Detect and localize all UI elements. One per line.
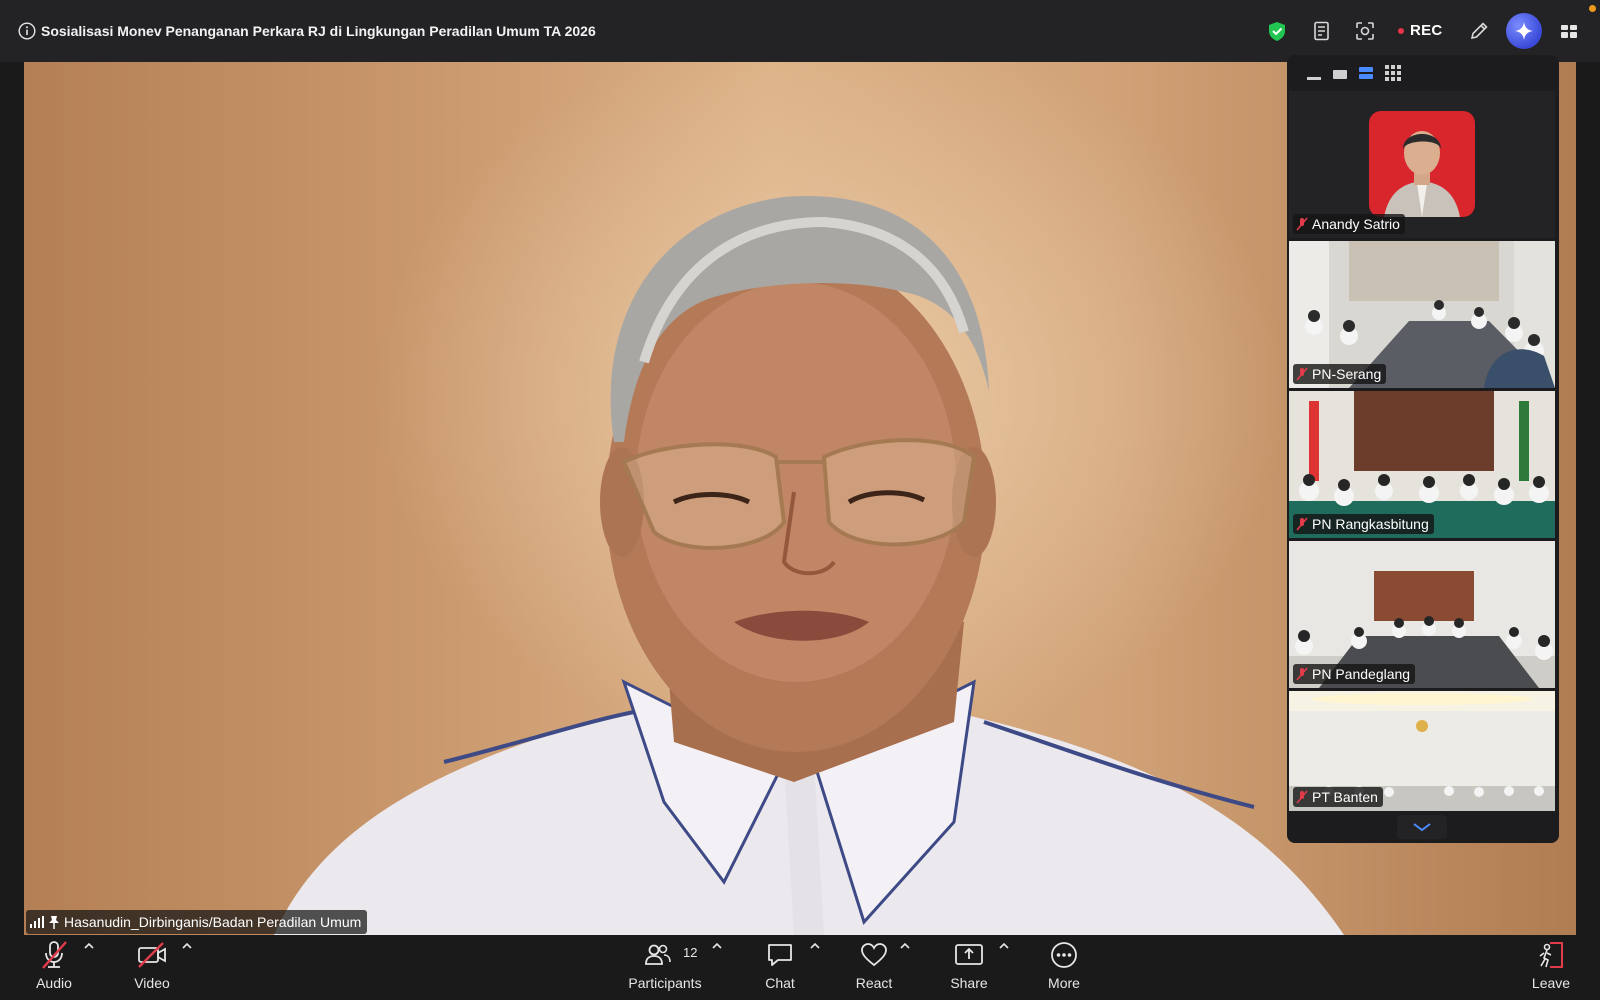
react-button[interactable]: React bbox=[852, 935, 896, 1000]
gallery-tile[interactable]: PN Rangkasbitung bbox=[1289, 391, 1555, 538]
video-label: Video bbox=[134, 975, 170, 991]
info-icon[interactable] bbox=[18, 22, 36, 40]
signal-bars-icon bbox=[30, 916, 44, 928]
chevron-down-icon bbox=[1413, 823, 1431, 832]
audio-label: Audio bbox=[36, 975, 72, 991]
audio-button[interactable]: Audio bbox=[33, 935, 75, 1000]
participant-label: Anandy Satrio bbox=[1293, 214, 1405, 234]
share-screen-icon bbox=[955, 944, 983, 965]
participant-name: PT Banten bbox=[1312, 789, 1378, 805]
pin-icon bbox=[49, 916, 59, 929]
gallery-panel[interactable]: Anandy Satrio PN-Serang PN Rangkasbitung… bbox=[1287, 55, 1559, 843]
recording-label: REC bbox=[1410, 22, 1443, 39]
ai-companion-button[interactable] bbox=[1506, 13, 1542, 49]
single-view-icon[interactable] bbox=[1333, 66, 1347, 80]
shield-check-icon[interactable] bbox=[1266, 20, 1288, 42]
ai-companion-icon bbox=[1515, 22, 1533, 40]
participant-label: PN-Serang bbox=[1293, 364, 1387, 384]
participant-label: PN Pandeglang bbox=[1293, 664, 1416, 684]
minimize-view-icon[interactable] bbox=[1307, 66, 1321, 80]
participants-icon bbox=[645, 944, 671, 965]
share-options-caret-icon[interactable] bbox=[998, 941, 1010, 951]
participant-name: PN Pandeglang bbox=[1312, 666, 1411, 682]
gallery-tile[interactable]: PN Pandeglang bbox=[1289, 541, 1555, 688]
chat-options-caret-icon[interactable] bbox=[809, 941, 821, 951]
view-grid-icon[interactable] bbox=[1558, 20, 1580, 42]
recording-indicator[interactable]: REC bbox=[1398, 22, 1443, 39]
participant-label: PT Banten bbox=[1293, 787, 1383, 807]
mic-muted-icon bbox=[1296, 517, 1308, 531]
apps-icon[interactable] bbox=[1354, 20, 1376, 42]
gallery-scroll-down-button[interactable] bbox=[1397, 815, 1447, 839]
participant-name: PN Rangkasbitung bbox=[1312, 516, 1429, 532]
chat-button[interactable]: Chat bbox=[760, 935, 800, 1000]
share-button[interactable]: Share bbox=[948, 935, 990, 1000]
mic-muted-icon bbox=[1296, 217, 1308, 231]
participants-count: 12 bbox=[683, 945, 698, 960]
meeting-toolbar: Audio Video 12 Participants Chat React S… bbox=[0, 935, 1600, 1000]
react-label: React bbox=[855, 975, 893, 991]
video-button[interactable]: Video bbox=[131, 935, 173, 1000]
gallery-view-switcher bbox=[1307, 65, 1401, 81]
video-off-icon bbox=[138, 942, 166, 968]
meeting-title: Sosialisasi Monev Penanganan Perkara RJ … bbox=[41, 23, 596, 39]
video-options-caret-icon[interactable] bbox=[181, 941, 193, 951]
mic-muted-icon bbox=[42, 941, 67, 969]
more-icon bbox=[1051, 942, 1077, 968]
participants-options-caret-icon[interactable] bbox=[711, 941, 723, 951]
participant-name: PN-Serang bbox=[1312, 366, 1382, 382]
speaker-name-label: Hasanudin_Dirbinganis/Badan Peradilan Um… bbox=[26, 910, 368, 934]
chat-icon bbox=[768, 944, 792, 966]
notes-icon[interactable] bbox=[1311, 20, 1333, 42]
gallery-tile[interactable]: PN-Serang bbox=[1289, 241, 1555, 388]
participants-label: Participants bbox=[628, 975, 702, 991]
heart-icon bbox=[861, 943, 887, 967]
pencil-icon[interactable] bbox=[1468, 20, 1490, 42]
record-dot bbox=[1398, 27, 1404, 34]
speaker-name: Hasanudin_Dirbinganis/Badan Peradilan Um… bbox=[64, 914, 362, 930]
leave-button[interactable]: Leave bbox=[1529, 935, 1573, 1000]
top-bar: Sosialisasi Monev Penanganan Perkara RJ … bbox=[0, 0, 1600, 62]
gallery-tile[interactable]: PT Banten bbox=[1289, 691, 1555, 811]
mic-muted-icon bbox=[1296, 667, 1308, 681]
leave-icon bbox=[1539, 942, 1563, 968]
more-label: More bbox=[1048, 975, 1080, 991]
participants-button[interactable]: 12 Participants bbox=[624, 935, 706, 1000]
participant-label: PN Rangkasbitung bbox=[1293, 514, 1434, 534]
react-options-caret-icon[interactable] bbox=[899, 941, 911, 951]
mic-muted-icon bbox=[1296, 367, 1308, 381]
chat-label: Chat bbox=[765, 975, 795, 991]
gallery-tile[interactable]: Anandy Satrio bbox=[1289, 91, 1555, 238]
mic-muted-icon bbox=[1296, 790, 1308, 804]
grid-view-icon[interactable] bbox=[1385, 65, 1401, 81]
strip-view-icon[interactable] bbox=[1359, 66, 1373, 80]
audio-options-caret-icon[interactable] bbox=[83, 941, 95, 951]
notification-dot bbox=[1589, 5, 1596, 12]
share-label: Share bbox=[950, 975, 988, 991]
more-button[interactable]: More bbox=[1045, 935, 1083, 1000]
participant-name: Anandy Satrio bbox=[1312, 216, 1400, 232]
leave-label: Leave bbox=[1531, 975, 1571, 991]
